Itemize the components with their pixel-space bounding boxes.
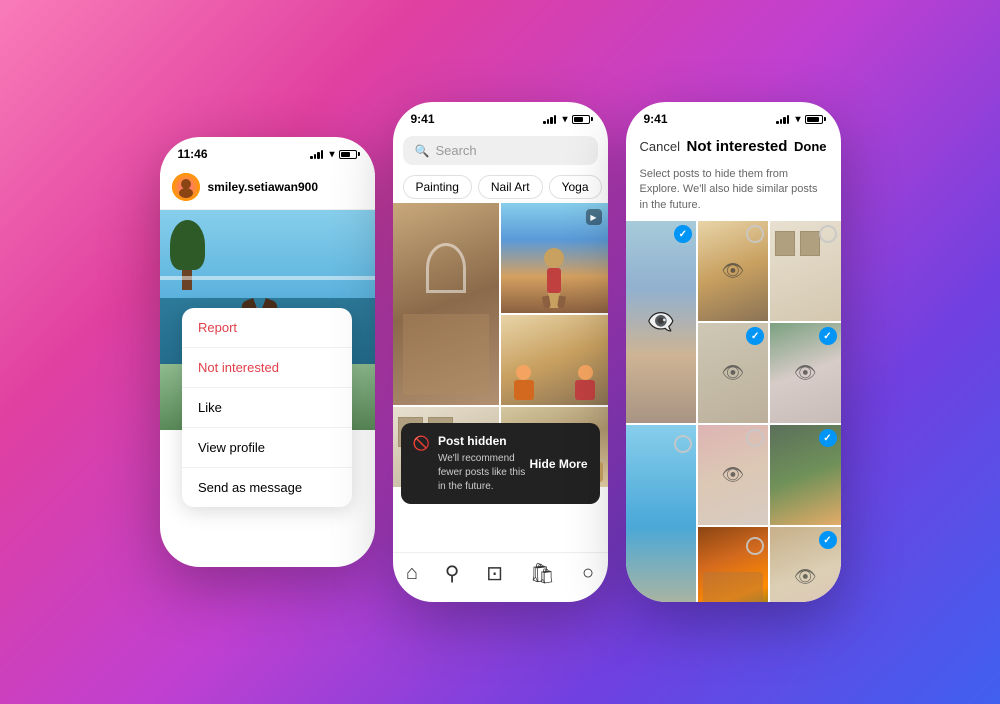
eye-slash-1: 👁‍🗨: [647, 309, 674, 335]
nav-profile-icon[interactable]: ○: [582, 562, 594, 585]
check-circle-1: ✓: [674, 225, 692, 243]
toast-text: Post hidden We'll recommend fewer posts …: [438, 433, 530, 494]
check-circle-2: [746, 225, 764, 243]
eye-slash-5: 👁: [794, 363, 817, 384]
eye-slash-4: 👁: [722, 363, 745, 384]
ni-title: Not interested: [687, 138, 788, 155]
signal-icon-3: [776, 114, 789, 124]
sel-item-1[interactable]: 👁‍🗨 ✓: [626, 221, 696, 423]
sel-item-5[interactable]: 👁 ✓: [770, 323, 840, 423]
menu-send-message[interactable]: Send as message: [182, 468, 352, 507]
check-circle-5: ✓: [819, 327, 837, 345]
check-circle-10: ✓: [819, 531, 837, 549]
search-bar[interactable]: 🔍 Search: [403, 136, 598, 165]
avatar: [172, 173, 200, 201]
tags-row: Painting Nail Art Yoga Basc: [393, 171, 608, 203]
done-button[interactable]: Done: [794, 139, 827, 154]
time-1: 11:46: [178, 147, 208, 161]
time-2: 9:41: [411, 112, 435, 126]
post-hidden-toast: 🚫 Post hidden We'll recommend fewer post…: [401, 423, 600, 504]
nav-home-icon[interactable]: ⌂: [406, 562, 418, 585]
phone-1: 11:46 ▾: [160, 137, 375, 567]
status-bar-3: 9:41 ▾: [626, 102, 841, 130]
menu-like[interactable]: Like: [182, 388, 352, 428]
battery-icon-2: [572, 115, 590, 124]
grid-item-sitting[interactable]: [501, 315, 608, 405]
grid-item-arch[interactable]: [393, 203, 500, 405]
eye-slash-10: 👁: [794, 567, 817, 588]
selection-grid: 👁‍🗨 ✓ 👁: [626, 221, 841, 602]
wifi-icon-3: ▾: [795, 114, 800, 125]
phone-2: 9:41 ▾ 🔍 Search: [393, 102, 608, 602]
status-bar-2: 9:41 ▾: [393, 102, 608, 130]
signal-icon: [310, 149, 323, 159]
status-icons-3: ▾: [776, 114, 822, 125]
phone-3: 9:41 ▾ Cancel Not interested Done: [626, 102, 841, 602]
sel-item-6[interactable]: [626, 425, 696, 602]
context-menu: Report Not interested Like View profile …: [182, 308, 352, 507]
video-icon: ▶: [586, 209, 602, 225]
battery-icon: [339, 150, 357, 159]
search-placeholder: Search: [435, 143, 476, 158]
tag-nail-art[interactable]: Nail Art: [478, 175, 543, 199]
battery-icon-3: [805, 115, 823, 124]
phone3-content: Cancel Not interested Done Select posts …: [626, 130, 841, 598]
nav-shop-icon[interactable]: 🛍: [530, 561, 555, 586]
eye-slash-7: 👁: [722, 465, 745, 486]
check-4: ✓: [751, 331, 759, 342]
ni-header: Cancel Not interested Done: [626, 130, 841, 163]
eye-slash-2: 👁: [722, 261, 745, 282]
toast-title: Post hidden: [438, 433, 530, 450]
sel-item-4[interactable]: 👁 ✓: [698, 323, 768, 423]
check-1: ✓: [679, 229, 687, 240]
nav-reels-icon[interactable]: ⊡: [486, 561, 503, 586]
phone1-content: smiley.setiawan900: [160, 165, 375, 563]
sel-item-3[interactable]: [770, 221, 840, 321]
check-circle-9: [746, 537, 764, 555]
time-3: 9:41: [644, 112, 668, 126]
status-icons-1: ▾: [310, 149, 356, 160]
grid-item-dancer[interactable]: ▶: [501, 203, 608, 313]
bottom-nav: ⌂ ⚲ ⊡ 🛍 ○: [393, 552, 608, 598]
toast-content: 🚫 Post hidden We'll recommend fewer post…: [413, 433, 530, 494]
sel-item-8[interactable]: ✓: [770, 425, 840, 525]
tag-painting[interactable]: Painting: [403, 175, 472, 199]
toast-subtitle: We'll recommend fewer posts like this in…: [438, 452, 530, 494]
cancel-button[interactable]: Cancel: [640, 139, 680, 154]
menu-not-interested[interactable]: Not interested: [182, 348, 352, 388]
nav-search-icon[interactable]: ⚲: [445, 561, 460, 586]
username-label: smiley.setiawan900: [208, 180, 319, 194]
sel-item-10[interactable]: 👁 ✓: [770, 527, 840, 602]
story-header: smiley.setiawan900: [160, 165, 375, 210]
signal-icon-2: [543, 114, 556, 124]
menu-view-profile[interactable]: View profile: [182, 428, 352, 468]
sel-item-7[interactable]: 👁: [698, 425, 768, 525]
sel-item-2[interactable]: 👁: [698, 221, 768, 321]
status-bar-1: 11:46 ▾: [160, 137, 375, 165]
status-icons-2: ▾: [543, 114, 589, 125]
eye-slash-icon: 🚫: [413, 435, 430, 452]
sel-item-9[interactable]: [698, 527, 768, 602]
ni-subtitle: Select posts to hide them from Explore. …: [626, 163, 841, 221]
hide-more-button[interactable]: Hide More: [529, 457, 587, 471]
menu-report[interactable]: Report: [182, 308, 352, 348]
tag-yoga[interactable]: Yoga: [549, 175, 602, 199]
check-5: ✓: [823, 331, 831, 342]
check-circle-6: [674, 435, 692, 453]
check-circle-3: [819, 225, 837, 243]
check-circle-8: ✓: [819, 429, 837, 447]
search-icon: 🔍: [415, 144, 430, 158]
wifi-icon-2: ▾: [562, 114, 567, 125]
wifi-icon: ▾: [329, 149, 334, 160]
phone2-content: 🔍 Search Painting Nail Art Yoga Basc: [393, 130, 608, 598]
